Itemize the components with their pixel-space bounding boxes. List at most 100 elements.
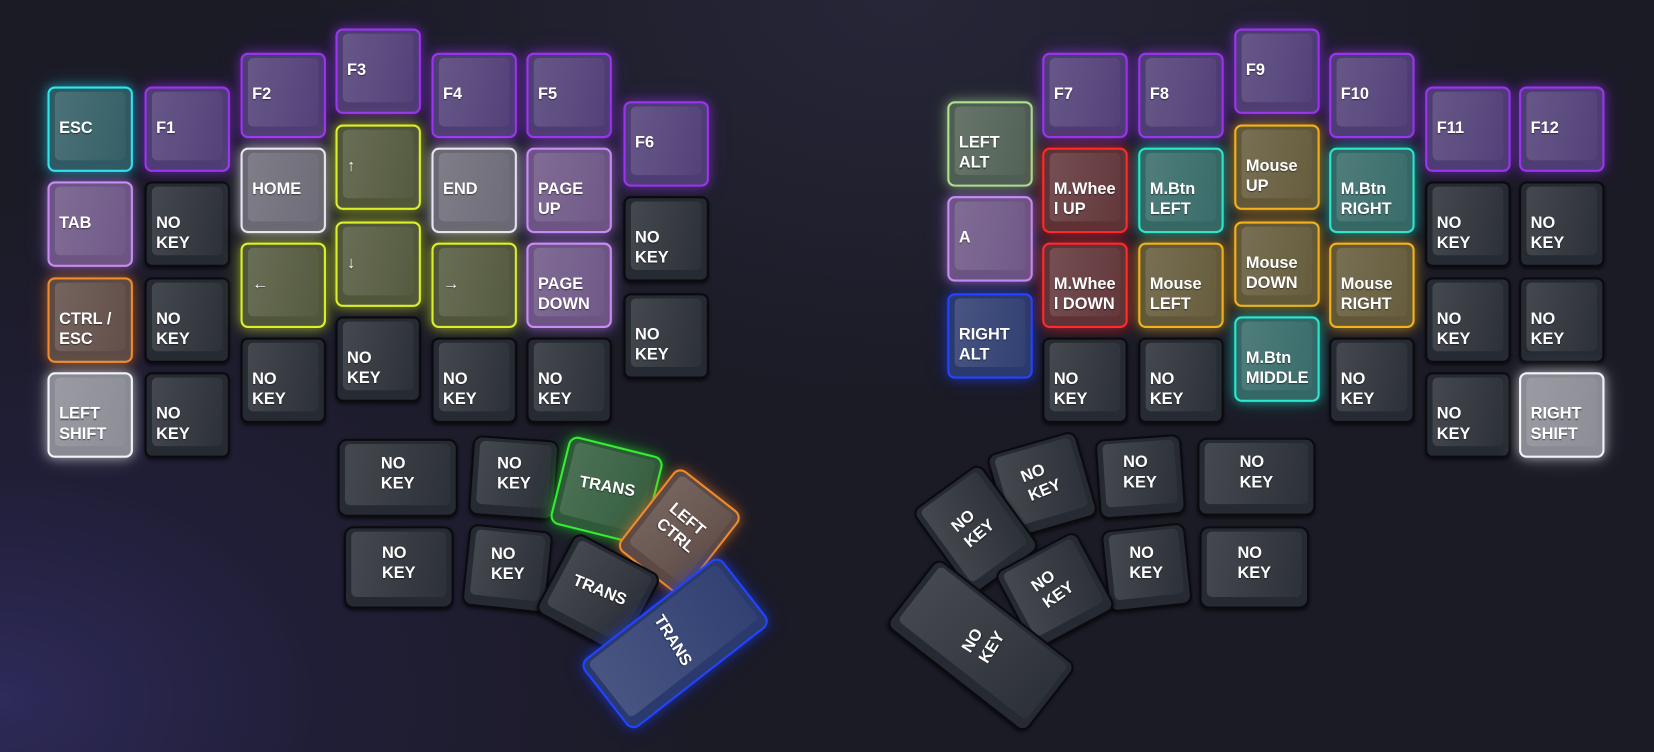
key-no-key[interactable]: NO KEY — [144, 277, 230, 363]
key-no-key[interactable]: NO KEY — [1138, 337, 1224, 423]
thumb-key-no-key[interactable]: NO KEY — [1094, 433, 1187, 520]
key-no-key[interactable]: NO KEY — [1519, 277, 1605, 363]
key-f2[interactable]: F2 — [240, 52, 326, 139]
key-label: M.Wheel UP — [1054, 179, 1119, 219]
key-no-key[interactable]: NO KEY — [144, 372, 230, 458]
key-f7[interactable]: F7 — [1042, 52, 1128, 139]
key-right-shift[interactable]: RIGHT SHIFT — [1519, 372, 1605, 458]
key-f8[interactable]: F8 — [1138, 52, 1224, 139]
key-no-key[interactable]: NO KEY — [1425, 372, 1511, 458]
key-m-btn-right[interactable]: M.Btn RIGHT — [1329, 147, 1415, 234]
key-m-btn-left[interactable]: M.Btn LEFT — [1138, 147, 1224, 234]
key-f1[interactable]: F1 — [144, 86, 230, 172]
key-no-key[interactable]: NO KEY — [335, 316, 421, 402]
key--[interactable]: → — [431, 242, 517, 329]
key-f3[interactable]: F3 — [335, 28, 421, 114]
key-f4[interactable]: F4 — [431, 52, 517, 139]
key--[interactable]: ↓ — [335, 221, 421, 307]
key-f6[interactable]: F6 — [623, 101, 709, 187]
key-label: NO KEY — [635, 325, 700, 365]
key-label: NO KEY — [156, 309, 221, 349]
key-label-text: ESC — [59, 119, 93, 138]
key-f11[interactable]: F11 — [1425, 86, 1511, 172]
key-label-text: NO KEY — [635, 228, 669, 267]
key-label: NO KEY — [1054, 369, 1119, 409]
key-label-text: NO KEY — [1530, 310, 1565, 349]
key-m-btn-middle[interactable]: M.Btn MIDDLE — [1234, 316, 1320, 402]
key-label-text: → — [443, 275, 460, 294]
key-label: M.Btn MIDDLE — [1246, 348, 1311, 388]
key-home[interactable]: HOME — [240, 147, 326, 234]
key-label: M.Btn RIGHT — [1341, 179, 1406, 219]
key-label-text: NO KEY — [1123, 453, 1157, 492]
key-a[interactable]: A — [947, 196, 1033, 282]
key-tab[interactable]: TAB — [47, 181, 133, 267]
key-right-alt[interactable]: RIGHT ALT — [947, 293, 1033, 379]
key-label: F7 — [1054, 84, 1119, 104]
key-label: ESC — [59, 118, 124, 138]
key-label: F12 — [1531, 118, 1596, 138]
thumb-key-no-key[interactable]: NO KEY — [1199, 526, 1310, 609]
key-no-key[interactable]: NO KEY — [240, 337, 326, 423]
key-no-key[interactable]: NO KEY — [1519, 181, 1605, 267]
key-label-text: F7 — [1053, 85, 1073, 104]
key-m-wheel-up[interactable]: M.Wheel UP — [1042, 147, 1128, 234]
key-label: F5 — [538, 84, 603, 104]
thumb-key-no-key[interactable]: NO KEY — [1100, 522, 1193, 613]
key-mouse-left[interactable]: Mouse LEFT — [1138, 242, 1224, 329]
key-label-text: M.Btn RIGHT — [1340, 180, 1392, 219]
key-label-text: PAGE DOWN — [537, 275, 590, 314]
key-no-key[interactable]: NO KEY — [623, 196, 709, 282]
key-label: F11 — [1437, 118, 1502, 138]
key-m-wheel-down[interactable]: M.Wheel DOWN — [1042, 242, 1128, 329]
key-label-text: F11 — [1436, 119, 1465, 138]
key-label-text: TRANS — [578, 472, 637, 501]
key-label: F9 — [1246, 60, 1311, 80]
key-page-down[interactable]: PAGE DOWN — [526, 242, 612, 329]
key-label-text: F3 — [347, 61, 367, 80]
key-end[interactable]: END — [431, 147, 517, 234]
key-no-key[interactable]: NO KEY — [144, 181, 230, 267]
key-label: Mouse LEFT — [1150, 274, 1215, 314]
key-label: NO KEY — [1531, 213, 1596, 253]
thumb-key-no-key[interactable]: NO KEY — [467, 434, 560, 521]
key-no-key[interactable]: NO KEY — [1425, 277, 1511, 363]
key-label-text: NO KEY — [491, 545, 525, 584]
key-page-up[interactable]: PAGE UP — [526, 147, 612, 234]
key-left-shift[interactable]: LEFT SHIFT — [47, 372, 133, 458]
key-label-text: NO KEY — [1436, 310, 1471, 349]
key-no-key[interactable]: NO KEY — [1042, 337, 1128, 423]
key-no-key[interactable]: NO KEY — [1425, 181, 1511, 267]
key-label: PAGE DOWN — [538, 274, 603, 314]
key-label: NO KEY — [1202, 528, 1307, 598]
key--[interactable]: ← — [240, 242, 326, 329]
key-ctrl-esc[interactable]: CTRL / ESC — [47, 277, 133, 363]
key-label-text: LEFT SHIFT — [59, 405, 107, 443]
key-label: LEFT SHIFT — [59, 404, 124, 444]
key-label: NO KEY — [471, 437, 558, 510]
key-label-text: HOME — [252, 180, 302, 199]
key-label-text: F10 — [1340, 85, 1369, 104]
key-no-key[interactable]: NO KEY — [623, 293, 709, 379]
key-no-key[interactable]: NO KEY — [1329, 337, 1415, 423]
key-f12[interactable]: F12 — [1519, 86, 1605, 172]
thumb-key-no-key[interactable]: NO KEY — [343, 526, 454, 609]
key-no-key[interactable]: NO KEY — [431, 337, 517, 423]
key-left-alt[interactable]: LEFT ALT — [947, 101, 1033, 187]
key-mouse-down[interactable]: Mouse DOWN — [1234, 221, 1320, 307]
key-esc[interactable]: ESC — [47, 86, 133, 172]
thumb-key-no-key[interactable]: NO KEY — [1197, 437, 1316, 516]
key-label: NO KEY — [347, 348, 412, 388]
key-mouse-right[interactable]: Mouse RIGHT — [1329, 242, 1415, 329]
key-mouse-up[interactable]: Mouse UP — [1234, 124, 1320, 210]
key-f9[interactable]: F9 — [1234, 28, 1320, 114]
thumb-key-no-key[interactable]: NO KEY — [337, 438, 458, 517]
key-label: HOME — [252, 179, 317, 199]
key-label-text: NO KEY — [635, 325, 669, 364]
key-label: F2 — [252, 84, 317, 104]
key--[interactable]: ↑ — [335, 124, 421, 210]
key-f10[interactable]: F10 — [1329, 52, 1415, 139]
key-no-key[interactable]: NO KEY — [526, 337, 612, 423]
key-f5[interactable]: F5 — [526, 52, 612, 139]
key-label-text: NO KEY — [1340, 370, 1375, 409]
